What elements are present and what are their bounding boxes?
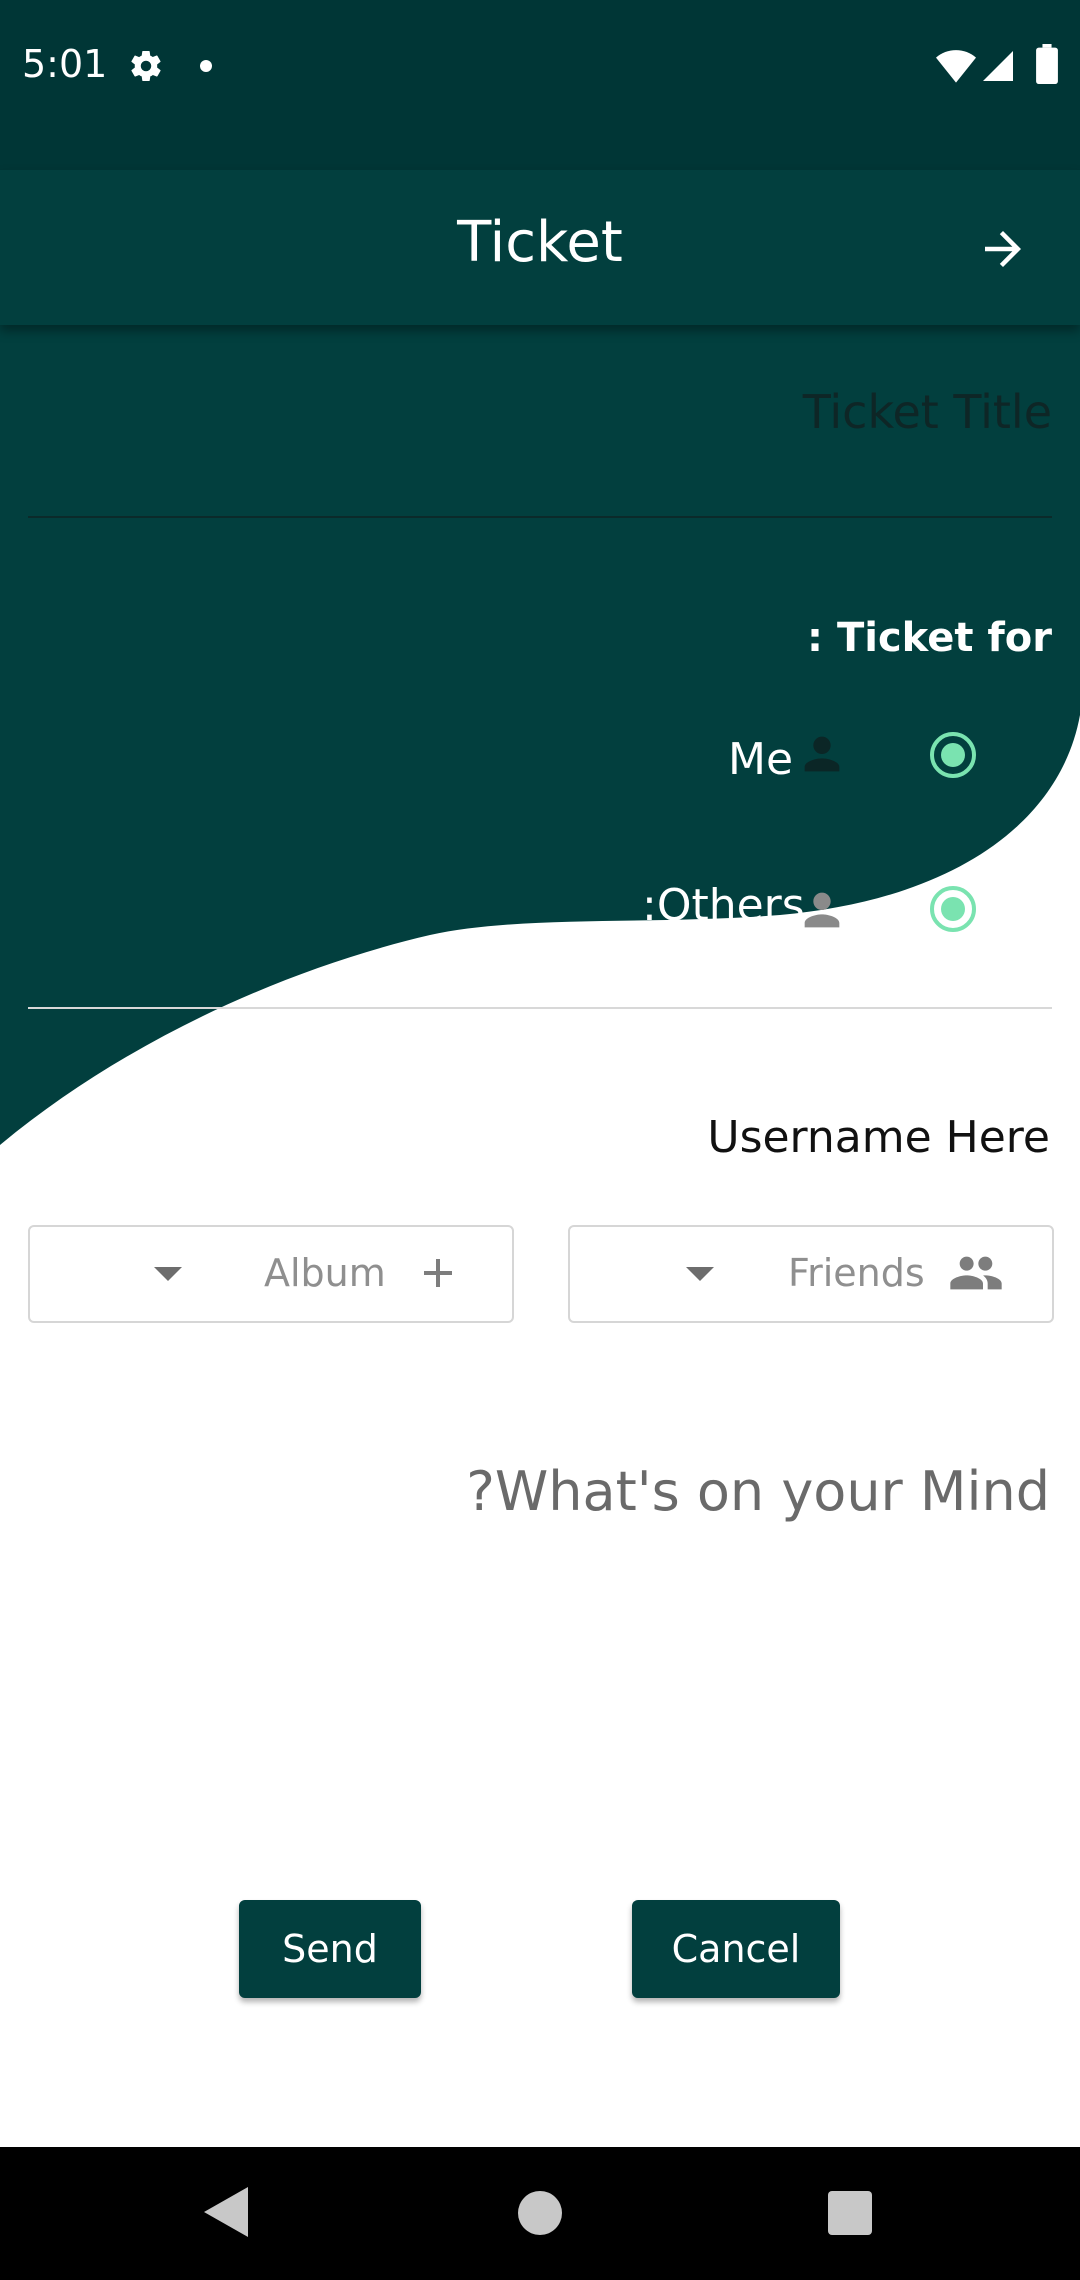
whats-on-your-mind-input[interactable]: ?What's on your Mind [466, 1460, 1050, 1523]
section-divider [28, 1007, 1052, 1009]
settings-gear-icon [131, 51, 161, 82]
wifi-icon [936, 50, 976, 83]
send-button[interactable]: Send [239, 1900, 421, 1998]
status-bar: 5:01 [0, 0, 1080, 170]
people-group-icon [950, 1256, 1002, 1290]
status-time: 5:01 [22, 42, 108, 86]
friends-dropdown[interactable]: Friends [568, 1225, 1054, 1323]
plus-icon [424, 1259, 452, 1287]
notification-dot-icon [200, 60, 212, 72]
person-icon [804, 892, 840, 928]
radio-me[interactable] [928, 730, 978, 780]
system-nav-bar [0, 2147, 1080, 2280]
nav-home-icon[interactable] [518, 2191, 562, 2235]
person-icon [804, 736, 840, 772]
title-underline [28, 516, 1052, 518]
album-dropdown[interactable]: Album [28, 1225, 514, 1323]
radio-me-label: Me [728, 734, 794, 785]
nav-recents-icon[interactable] [828, 2191, 872, 2235]
username-label: Username Here [707, 1112, 1050, 1163]
friends-dropdown-label: Friends [788, 1251, 925, 1295]
album-dropdown-label: Album [264, 1251, 386, 1295]
cancel-button[interactable]: Cancel [632, 1900, 840, 1998]
chevron-down-icon [686, 1267, 714, 1281]
chevron-down-icon [154, 1267, 182, 1281]
battery-icon [1036, 44, 1058, 84]
ticket-title-field[interactable]: Ticket Title [803, 385, 1052, 439]
app-toolbar: Ticket [0, 170, 1080, 325]
radio-others-label: :Others [642, 880, 805, 931]
nav-back-icon[interactable] [204, 2187, 248, 2237]
cell-signal-icon [983, 51, 1013, 81]
wave-background [0, 325, 1080, 1145]
ticket-for-label: : Ticket for [807, 615, 1052, 661]
page-title: Ticket [457, 210, 623, 275]
radio-others[interactable] [928, 884, 978, 934]
arrow-right-icon[interactable] [976, 222, 1030, 276]
